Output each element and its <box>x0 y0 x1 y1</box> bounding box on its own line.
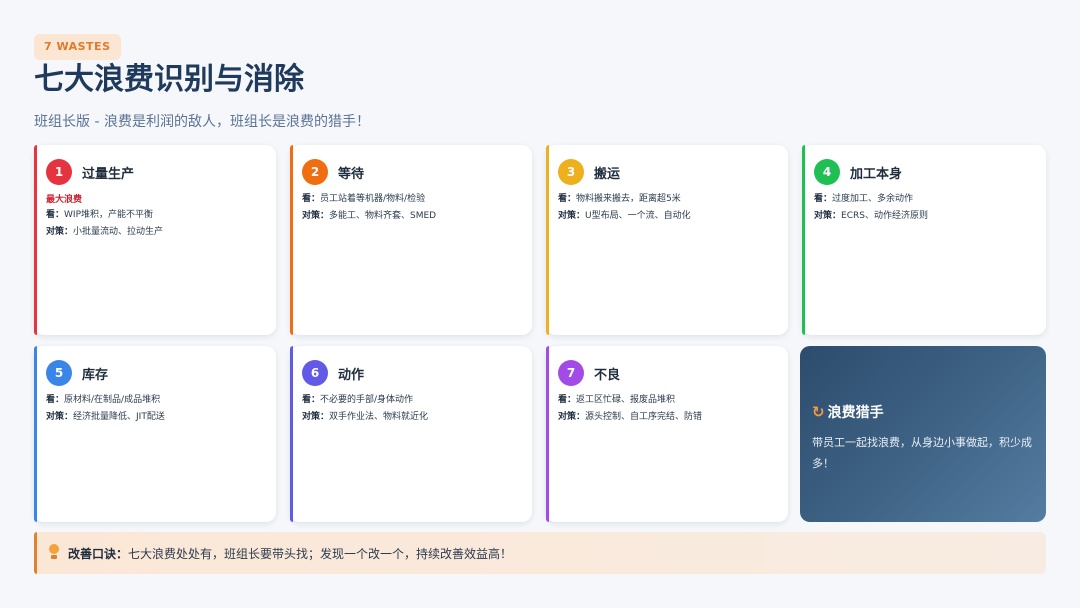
measure-line: 对策：双手作业法、物料就近化 <box>302 412 429 422</box>
waste-card-overprocessing: 4 加工本身 看：过度加工、多余动作 对策：ECRS、动作经济原则 <box>802 145 1046 335</box>
lightbulb-icon <box>48 543 60 563</box>
look-line: 看：过度加工、多余动作 <box>814 194 914 204</box>
motto-text: 七大浪费处处有，班组长要带头找；发现一个改一个，持续改善效益高！ <box>128 546 513 561</box>
card-title: 不良 <box>594 367 621 383</box>
accent-bar <box>290 346 293 522</box>
look-line: 看：不必要的手部/身体动作 <box>302 395 414 405</box>
look-line: 看：返工区忙碌、报废品堆积 <box>558 395 676 405</box>
accent-bar <box>34 532 37 574</box>
page-subtitle: 班组长版 - 浪费是利润的敌人，班组长是浪费的猎手！ <box>34 114 370 130</box>
hunter-text: 带员工一起找浪费，从身边小事做起，积少成多！ <box>812 436 1032 470</box>
hunter-title: 浪费猎手 <box>827 405 884 421</box>
motto-label: 改善口诀： <box>68 546 129 561</box>
number-badge: 4 <box>814 159 840 185</box>
waste-card-inventory: 5 库存 看：原材料/在制品/成品堆积 对策：经济批量降低、JIT配送 <box>34 346 276 522</box>
waste-card-waiting: 2 等待 看：员工站着等机器/物料/检验 对策：多能工、物料齐套、SMED <box>290 145 532 335</box>
card-title: 等待 <box>338 166 365 182</box>
measure-line: 对策：源头控制、自工序完结、防错 <box>558 412 703 422</box>
accent-bar <box>546 346 549 522</box>
measure-line: 对策：U型布局、一个流、自动化 <box>558 211 691 221</box>
look-line: 看：原材料/在制品/成品堆积 <box>46 395 161 405</box>
accent-bar <box>34 346 37 522</box>
waste-card-transport: 3 搬运 看：物料搬来搬去，距离超5米 对策：U型布局、一个流、自动化 <box>546 145 788 335</box>
section-tag: 7 WASTES <box>34 34 121 60</box>
number-badge: 1 <box>46 159 72 185</box>
card-title: 库存 <box>82 367 109 383</box>
card-title: 动作 <box>338 367 365 383</box>
improvement-motto: 改善口诀： 七大浪费处处有，班组长要带头找；发现一个改一个，持续改善效益高！ <box>34 532 1046 574</box>
measure-line: 对策：经济批量降低、JIT配送 <box>46 412 165 422</box>
look-line: 看：WIP堆积，产能不平衡 <box>46 210 153 220</box>
number-badge: 3 <box>558 159 584 185</box>
page-title: 七大浪费识别与消除 <box>34 62 304 97</box>
measure-line: 对策：小批量流动、拉动生产 <box>46 227 164 237</box>
number-badge: 5 <box>46 360 72 386</box>
measure-line: 对策：多能工、物料齐套、SMED <box>302 211 437 221</box>
look-line: 看：物料搬来搬去，距离超5米 <box>558 194 681 204</box>
waste-hunter-card: ↻ 浪费猎手 带员工一起找浪费，从身边小事做起，积少成多！ <box>800 346 1046 522</box>
waste-card-motion: 6 动作 看：不必要的手部/身体动作 对策：双手作业法、物料就近化 <box>290 346 532 522</box>
accent-bar <box>546 145 549 335</box>
card-title: 加工本身 <box>850 166 903 182</box>
card-title: 搬运 <box>594 166 621 182</box>
accent-bar <box>802 145 805 335</box>
look-line: 看：员工站着等机器/物料/检验 <box>302 194 426 204</box>
number-badge: 2 <box>302 159 328 185</box>
card-title: 过量生产 <box>82 166 135 182</box>
number-badge: 6 <box>302 360 328 386</box>
refresh-icon: ↻ <box>812 403 825 421</box>
waste-card-defects: 7 不良 看：返工区忙碌、报废品堆积 对策：源头控制、自工序完结、防错 <box>546 346 788 522</box>
number-badge: 7 <box>558 360 584 386</box>
accent-bar <box>34 145 37 335</box>
waste-card-overproduction: 1 过量生产 最大浪费 看：WIP堆积，产能不平衡 对策：小批量流动、拉动生产 <box>34 145 276 335</box>
card-tagline: 最大浪费 <box>46 195 83 205</box>
accent-bar <box>290 145 293 335</box>
measure-line: 对策：ECRS、动作经济原则 <box>814 211 928 221</box>
